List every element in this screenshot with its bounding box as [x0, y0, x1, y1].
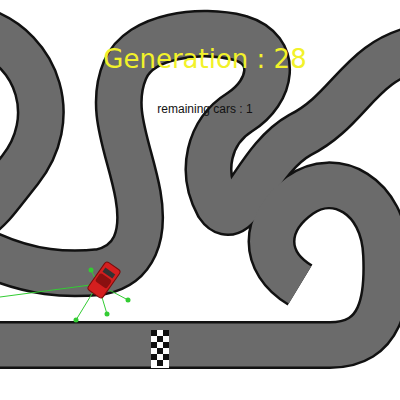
remaining-cars-label: remaining cars : 1	[0, 102, 400, 116]
finish-line	[151, 330, 169, 368]
car-icon	[87, 261, 121, 299]
generation-label: Generation : 28	[0, 44, 400, 74]
game-stage: Generation : 28 remaining cars : 1	[0, 0, 400, 400]
